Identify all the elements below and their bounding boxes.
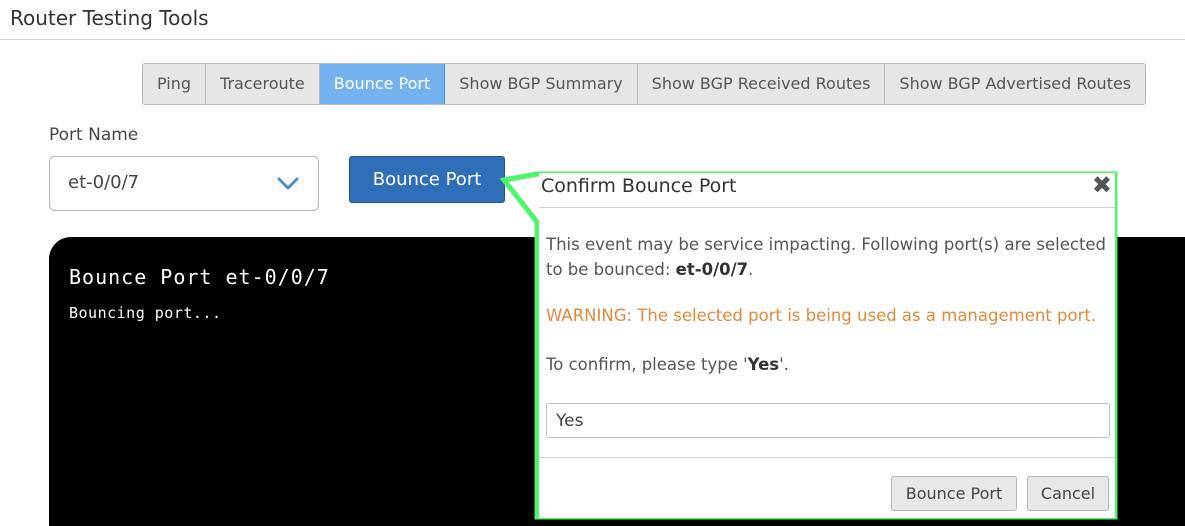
tab-traceroute[interactable]: Traceroute bbox=[206, 64, 320, 104]
tab-ping[interactable]: Ping bbox=[143, 64, 207, 104]
tab-show-bgp-summary[interactable]: Show BGP Summary bbox=[445, 64, 638, 104]
terminal-command: Bounce Port et-0/0/7 bbox=[69, 265, 330, 289]
management-port-warning: WARNING: The selected port is being used… bbox=[546, 306, 1097, 325]
port-name-value: et-0/0/7 bbox=[68, 172, 140, 193]
dialog-footer-divider bbox=[539, 457, 1115, 458]
confirm-instruction: To confirm, please type 'Yes'. bbox=[546, 355, 789, 374]
confirm-instruction-suffix: '. bbox=[779, 355, 789, 374]
title-divider bbox=[0, 39, 1185, 40]
close-icon[interactable]: ✖ bbox=[1092, 173, 1112, 197]
dialog-message-port: et-0/0/7 bbox=[675, 260, 749, 279]
confirm-input[interactable] bbox=[546, 403, 1110, 438]
bounce-port-button[interactable]: Bounce Port bbox=[349, 156, 505, 203]
port-name-select[interactable]: et-0/0/7 bbox=[49, 156, 319, 211]
dialog-bounce-port-button[interactable]: Bounce Port bbox=[891, 476, 1017, 511]
tab-bounce-port[interactable]: Bounce Port bbox=[319, 64, 446, 104]
dialog-message-suffix: . bbox=[748, 260, 754, 279]
dialog-header-divider bbox=[539, 207, 1115, 208]
dialog-cancel-button[interactable]: Cancel bbox=[1027, 476, 1109, 511]
dialog-message-text: This event may be service impacting. Fol… bbox=[546, 235, 1107, 279]
confirm-word: Yes bbox=[747, 355, 780, 374]
confirm-instruction-prefix: To confirm, please type ' bbox=[546, 355, 748, 374]
chevron-down-icon bbox=[277, 177, 299, 190]
port-name-label: Port Name bbox=[49, 125, 139, 145]
confirm-dialog: Confirm Bounce Port ✖ This event may be … bbox=[539, 173, 1115, 518]
tab-show-bgp-received-routes[interactable]: Show BGP Received Routes bbox=[638, 64, 886, 104]
terminal-output-line: Bouncing port... bbox=[69, 304, 222, 322]
page-title: Router Testing Tools bbox=[10, 6, 209, 30]
tool-tabs: Ping Traceroute Bounce Port Show BGP Sum… bbox=[142, 63, 1147, 105]
dialog-title: Confirm Bounce Port bbox=[541, 175, 737, 197]
dialog-message: This event may be service impacting. Fol… bbox=[546, 232, 1111, 282]
tab-show-bgp-advertised-routes[interactable]: Show BGP Advertised Routes bbox=[885, 64, 1145, 104]
